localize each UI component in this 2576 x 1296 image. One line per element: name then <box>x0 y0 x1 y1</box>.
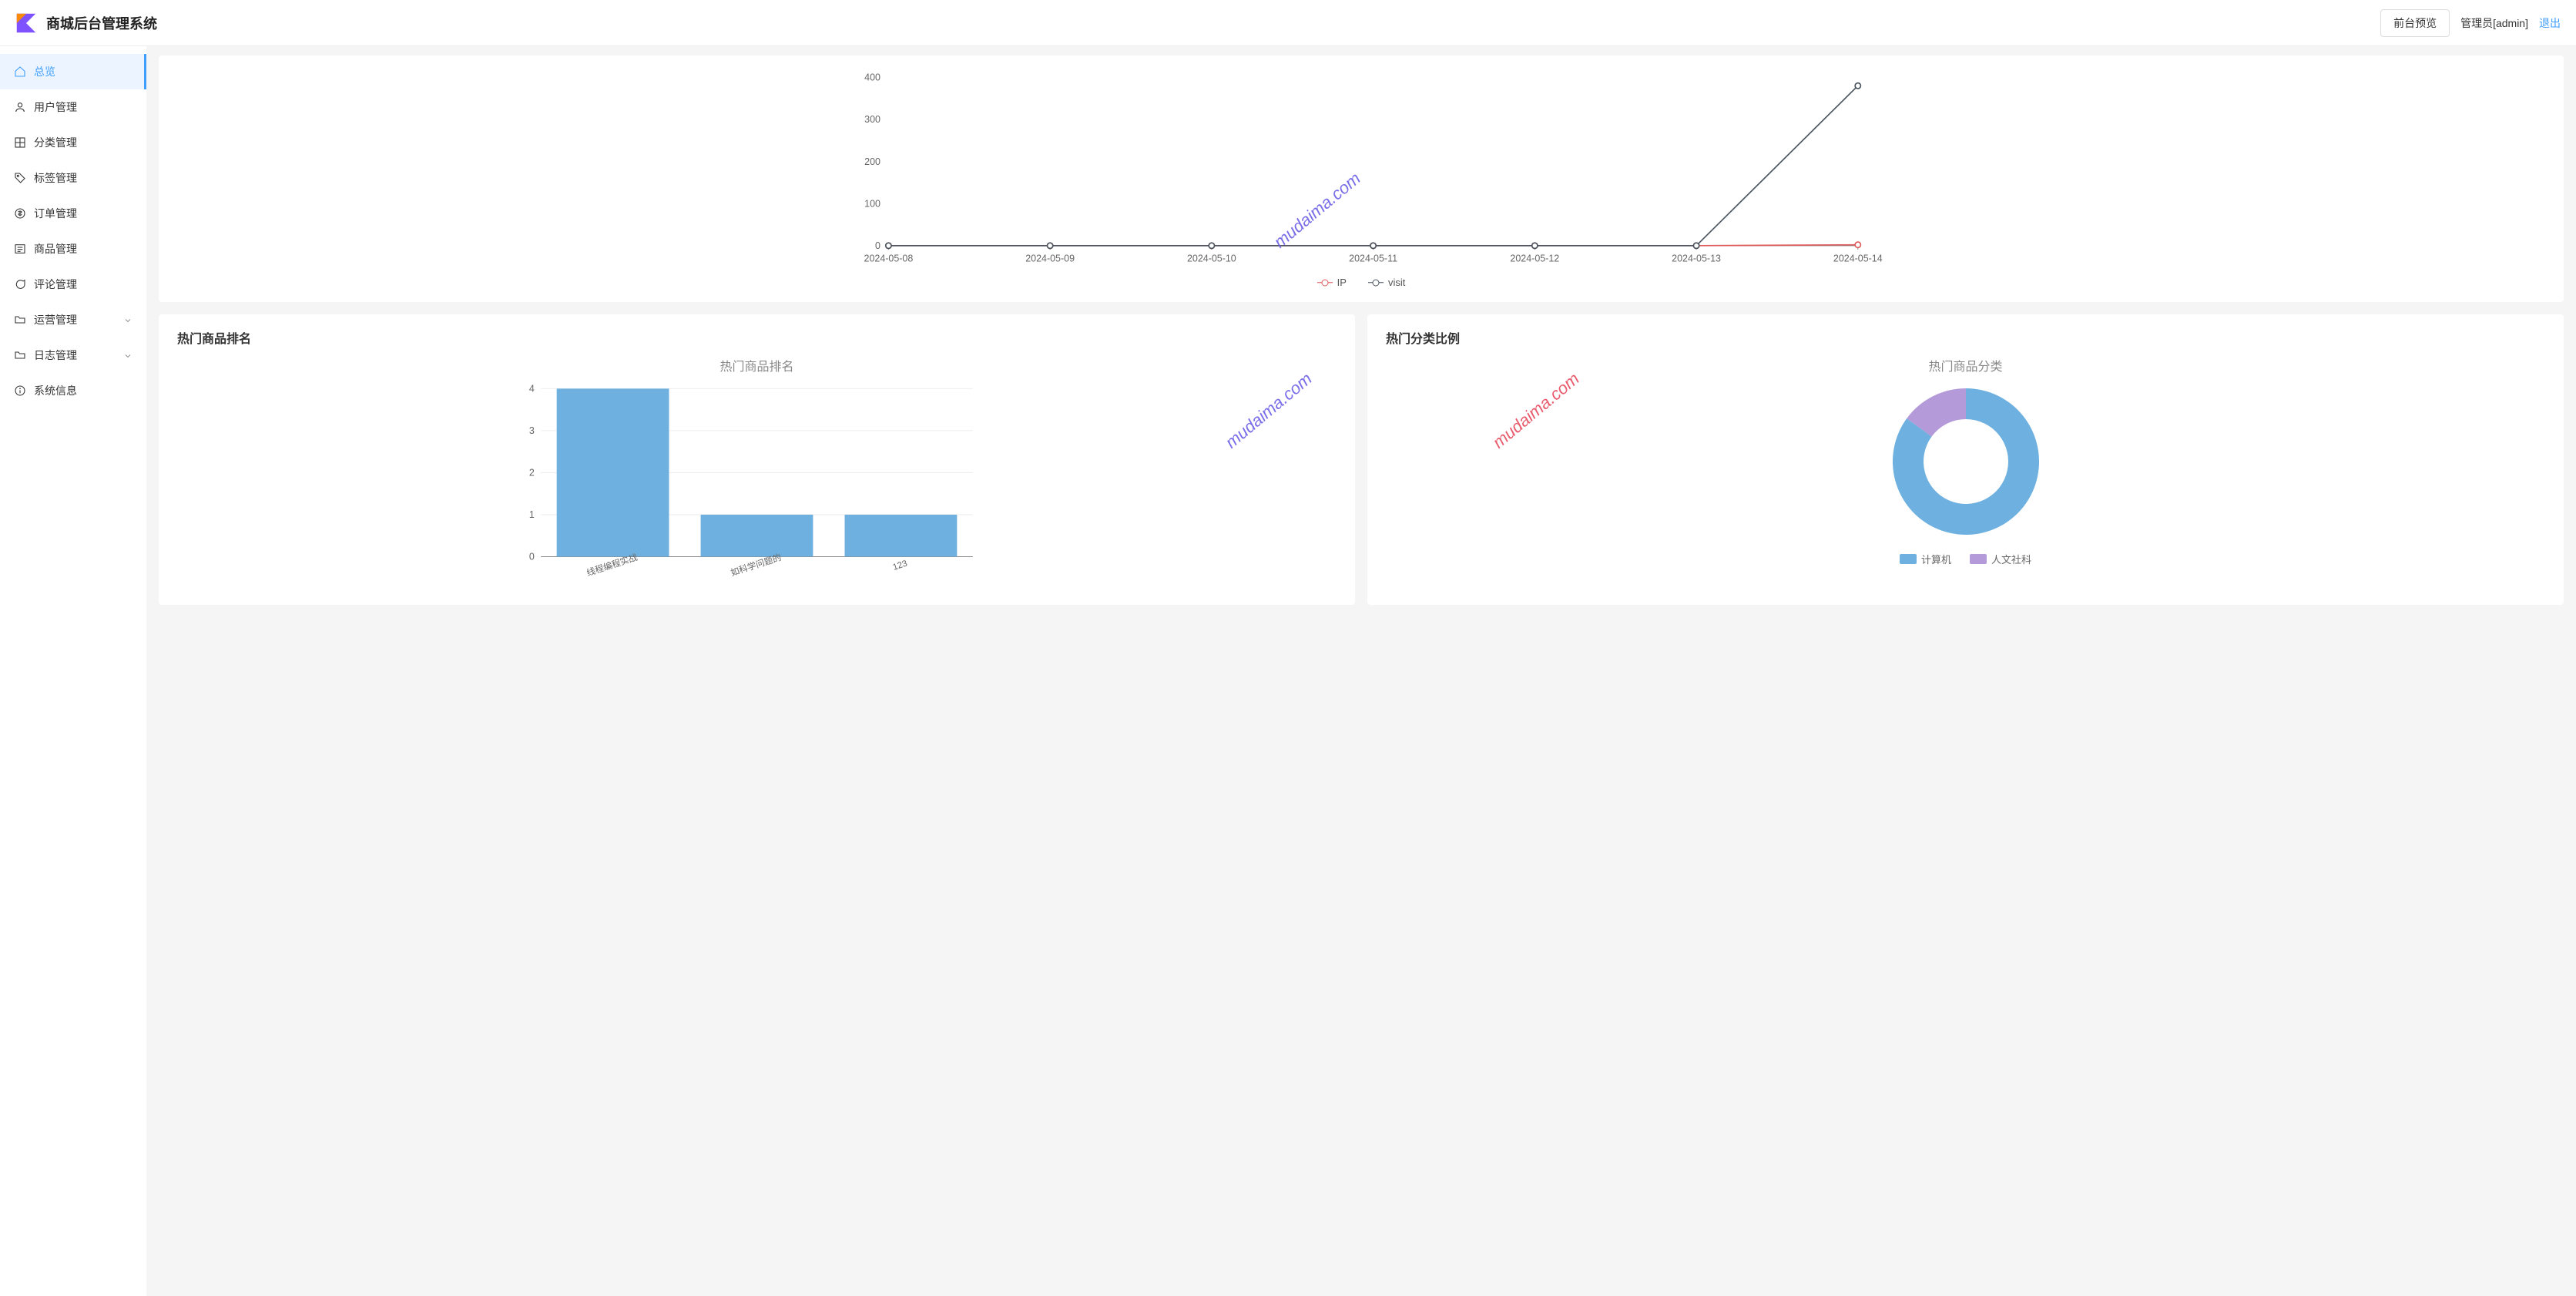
app-title: 商城后台管理系统 <box>46 13 157 33</box>
user-icon <box>14 101 26 113</box>
svg-text:123: 123 <box>892 559 909 572</box>
hot-products-title: 热门商品排名 <box>177 328 1337 347</box>
hot-products-card: 热门商品排名 热门商品排名 01234线程编程实战如科学问题的123 <box>159 314 1355 605</box>
sidebar-item-label: 分类管理 <box>34 135 132 150</box>
svg-text:100: 100 <box>864 198 880 209</box>
header: 商城后台管理系统 前台预览 管理员[admin] 退出 <box>0 0 2576 46</box>
visits-line-chart: 0 100 200 300 400 2024-05-08 2024-05-09 2024-05… <box>177 69 2545 270</box>
line-chart-legend: IP visit <box>177 277 2545 288</box>
admin-label: 管理员[admin] <box>2460 15 2528 31</box>
sidebar-item-label: 系统信息 <box>34 383 132 398</box>
legend-item[interactable]: 计算机 <box>1900 552 1951 566</box>
sidebar-item-label: 商品管理 <box>34 241 132 257</box>
info-icon <box>14 384 26 397</box>
visits-chart-card: 0 100 200 300 400 2024-05-08 2024-05-09 2024-05… <box>159 55 2564 302</box>
logout-link[interactable]: 退出 <box>2539 15 2561 31</box>
sidebar-item-label: 标签管理 <box>34 170 132 186</box>
legend-item[interactable]: IP <box>1317 277 1347 288</box>
svg-text:200: 200 <box>864 156 880 167</box>
svg-text:0: 0 <box>529 552 535 562</box>
sidebar-item-operations[interactable]: 运营管理 <box>0 302 146 337</box>
folder-icon <box>14 349 26 361</box>
legend-label: 计算机 <box>1921 552 1951 566</box>
sidebar-item-comments[interactable]: 评论管理 <box>0 267 146 302</box>
tag-icon <box>14 172 26 184</box>
sidebar-item-label: 用户管理 <box>34 99 132 115</box>
sidebar-item-logs[interactable]: 日志管理 <box>0 337 146 373</box>
svg-text:1: 1 <box>529 509 535 520</box>
folder-icon <box>14 314 26 326</box>
legend-label: 人文社科 <box>1991 552 2031 566</box>
legend-label: IP <box>1337 277 1347 288</box>
legend-marker-icon <box>1368 279 1384 287</box>
sidebar-item-products[interactable]: 商品管理 <box>0 231 146 267</box>
legend-marker-icon <box>1317 279 1333 287</box>
svg-text:3: 3 <box>529 425 535 436</box>
svg-text:300: 300 <box>864 114 880 125</box>
svg-text:2: 2 <box>529 468 535 478</box>
hot-categories-card: 热门分类比例 热门商品分类 计算机 人文社科 <box>1367 314 2564 605</box>
sidebar-item-label: 评论管理 <box>34 277 132 292</box>
legend-swatch-icon <box>1900 554 1917 564</box>
app-logo-icon <box>15 12 37 34</box>
home-icon <box>14 65 26 78</box>
pie-chart-legend: 计算机 人文社科 <box>1900 552 2031 566</box>
header-right: 前台预览 管理员[admin] 退出 <box>2380 9 2561 37</box>
pie-chart-title: 热门商品分类 <box>1386 356 2545 374</box>
svg-text:4: 4 <box>529 384 535 395</box>
svg-text:2024-05-09: 2024-05-09 <box>1025 253 1075 264</box>
svg-text:2024-05-08: 2024-05-08 <box>864 253 914 264</box>
legend-label: visit <box>1388 277 1405 288</box>
sidebar-item-system[interactable]: 系统信息 <box>0 373 146 408</box>
chevron-down-icon <box>123 315 132 324</box>
chevron-down-icon <box>123 351 132 360</box>
hot-categories-pie-chart <box>1877 381 2054 542</box>
bar-chart-title: 热门商品排名 <box>177 356 1337 374</box>
svg-text:2024-05-13: 2024-05-13 <box>1672 253 1721 264</box>
sidebar-item-label: 日志管理 <box>34 348 116 363</box>
hot-categories-title: 热门分类比例 <box>1386 328 2545 347</box>
svg-text:2024-05-10: 2024-05-10 <box>1187 253 1236 264</box>
sidebar-item-categories[interactable]: 分类管理 <box>0 125 146 160</box>
svg-text:2024-05-14: 2024-05-14 <box>1833 253 1883 264</box>
hot-products-bar-chart: 01234线程编程实战如科学问题的123 <box>177 381 1337 589</box>
list-icon <box>14 243 26 255</box>
svg-text:400: 400 <box>864 72 880 83</box>
dollar-icon <box>14 207 26 220</box>
header-left: 商城后台管理系统 <box>15 12 157 34</box>
sidebar-item-label: 订单管理 <box>34 206 132 221</box>
chat-icon <box>14 278 26 290</box>
grid-icon <box>14 136 26 149</box>
sidebar-item-orders[interactable]: 订单管理 <box>0 196 146 231</box>
main-content: mudaima.com mudaima.com mudaima.com 0100… <box>146 46 2576 1296</box>
preview-button[interactable]: 前台预览 <box>2380 9 2450 37</box>
svg-text:2024-05-11: 2024-05-11 <box>1349 253 1397 264</box>
sidebar-item-tags[interactable]: 标签管理 <box>0 160 146 196</box>
sidebar: 总览用户管理分类管理标签管理订单管理商品管理评论管理运营管理日志管理系统信息 <box>0 46 146 1296</box>
sidebar-item-overview[interactable]: 总览 <box>0 54 146 89</box>
legend-item[interactable]: visit <box>1368 277 1405 288</box>
legend-item[interactable]: 人文社科 <box>1970 552 2031 566</box>
legend-swatch-icon <box>1970 554 1987 564</box>
svg-text:0: 0 <box>875 240 880 251</box>
sidebar-item-label: 运营管理 <box>34 312 116 327</box>
svg-text:2024-05-12: 2024-05-12 <box>1510 253 1559 264</box>
sidebar-item-users[interactable]: 用户管理 <box>0 89 146 125</box>
sidebar-item-label: 总览 <box>34 64 132 79</box>
